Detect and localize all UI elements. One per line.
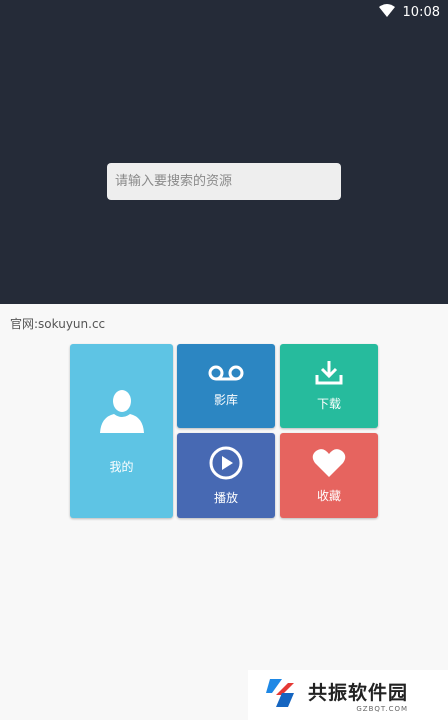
status-bar: 10:08 — [378, 0, 440, 24]
download-icon — [315, 360, 343, 389]
tile-favorites[interactable]: 收藏 — [280, 433, 378, 518]
wifi-icon — [378, 3, 395, 21]
tile-library-label: 影库 — [213, 393, 238, 407]
tile-play-label: 播放 — [213, 490, 238, 505]
tile-me-label: 我的 — [109, 460, 134, 474]
tile-library[interactable]: 影库 — [177, 344, 275, 428]
watermark-name: 共振软件园 — [308, 681, 409, 704]
site-label: 官网:sokuyun.cc — [10, 317, 106, 331]
watermark: 共振软件园 GZBQT.COM — [248, 670, 448, 720]
header-area: 10:08 — [0, 0, 448, 304]
heart-icon — [312, 448, 346, 481]
tile-download-label: 下载 — [316, 397, 341, 411]
voicemail-icon — [208, 364, 244, 385]
tile-favorites-label: 收藏 — [316, 488, 341, 503]
user-icon — [99, 387, 145, 436]
tile-me[interactable]: 我的 — [70, 344, 173, 518]
tile-play[interactable]: 播放 — [177, 433, 275, 518]
tile-download[interactable]: 下载 — [280, 344, 378, 428]
watermark-url: GZBQT.COM — [356, 704, 409, 713]
watermark-logo-icon — [264, 675, 300, 715]
play-circle-icon — [209, 446, 243, 483]
search-input[interactable] — [107, 163, 341, 200]
status-time: 10:08 — [402, 4, 440, 20]
